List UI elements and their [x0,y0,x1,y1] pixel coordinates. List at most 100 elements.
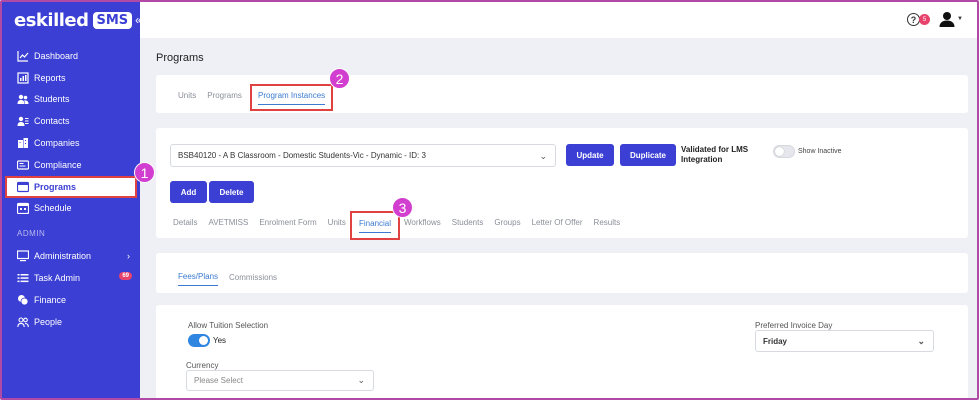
contacts-icon [17,115,29,127]
validated-lms-label: Validated for LMS Integration [681,145,749,164]
tab-avetmiss[interactable]: AVETMISS [208,218,248,231]
sidebar-item-label: Students [34,94,70,105]
sidebar-item-label: Contacts [34,116,70,127]
companies-icon [17,137,29,149]
tab-financial-box: Financial [350,211,401,240]
page-title: Programs [156,52,204,64]
delete-button[interactable]: Delete [209,181,254,203]
sidebar-item-label: Programs [34,181,77,192]
sidebar-item-label: Compliance [34,159,82,170]
main-tabs: Units Programs [178,91,253,104]
tab-units[interactable]: Units [178,91,196,104]
tab-units[interactable]: Units [328,218,346,231]
sidebar-item-label: Finance [34,294,67,305]
schedule-icon [17,202,29,215]
logo-badge: SMS [92,11,133,29]
monitor-icon [17,250,29,262]
step-marker-1: 1 [134,162,155,183]
sidebar-item-label: Administration [34,251,92,262]
tab-letter-of-offer[interactable]: Letter Of Offer [532,218,583,231]
sidebar-item-students[interactable]: Students [2,89,140,111]
sidebar-item-people[interactable]: People [2,311,140,333]
sidebar-item-label: Companies [34,138,80,149]
financial-tabs: Fees/Plans Commissions [178,272,288,286]
chevron-down-icon: ⌄ [917,336,925,346]
sidebar: eskilled SMS « Dashboard Reports Student… [2,2,142,398]
chart-line-icon [17,50,29,62]
caret-down-icon[interactable]: ▼ [957,16,963,22]
instance-tabs-rest: Workflows Students Groups Letter Of Offe… [404,218,631,231]
instance-card: BSB40120 - A B Classroom - Domestic Stud… [156,128,968,240]
allow-tuition-toggle[interactable] [188,334,210,347]
invoice-day-select[interactable]: Friday ⌄ [755,330,934,352]
step-marker-3: 3 [392,197,413,218]
program-instance-select[interactable]: BSB40120 - A B Classroom - Domestic Stud… [170,144,556,167]
tab-students[interactable]: Students [452,218,484,231]
list-icon [17,272,29,284]
section-label-admin: ADMIN [17,229,46,239]
tab-program-instances-box: Program Instances [250,84,334,111]
main-tabs-card: Units Programs Program Instances [156,75,968,113]
allow-tuition-label: Allow Tuition Selection [188,321,269,330]
tab-details[interactable]: Details [173,218,197,231]
allow-tuition-value: Yes [213,336,227,345]
sidebar-item-programs[interactable]: Programs [5,175,137,198]
sidebar-item-label: Task Admin [34,273,81,284]
toggle-knob [775,147,784,156]
currency-placeholder: Please Select [194,376,243,385]
logo[interactable]: eskilled SMS « [14,9,142,31]
tab-workflows[interactable]: Workflows [404,218,441,231]
sidebar-item-schedule[interactable]: Schedule [2,198,140,220]
app-frame: eskilled SMS « Dashboard Reports Student… [0,0,979,400]
chevron-down-icon: ⌄ [539,151,547,161]
sidebar-item-administration[interactable]: Administration › [2,245,140,267]
students-icon [17,93,29,105]
task-count-badge: 69 [119,272,132,281]
sidebar-item-label: Dashboard [34,50,79,61]
sidebar-item-contacts[interactable]: Contacts [2,110,140,132]
duplicate-button[interactable]: Duplicate [620,144,676,166]
sidebar-item-label: Reports [34,72,66,83]
show-inactive-toggle[interactable] [773,145,795,158]
notification-badge: 5 [919,14,930,25]
tab-results[interactable]: Results [594,218,621,231]
toggle-knob [199,336,208,345]
people-icon [17,316,29,328]
reports-icon [17,72,29,84]
currency-label: Currency [186,361,219,370]
tab-groups[interactable]: Groups [494,218,520,231]
sidebar-item-label: Schedule [34,203,72,214]
programs-icon [17,181,29,193]
topbar: ? 5 ▼ [140,2,977,38]
sidebar-item-label: People [34,316,63,327]
user-avatar-icon[interactable] [939,11,955,27]
sidebar-item-dashboard[interactable]: Dashboard [2,45,140,67]
add-button[interactable]: Add [170,181,207,203]
sidebar-item-task-admin[interactable]: Task Admin 69 [2,267,140,289]
invoice-day-label: Preferred Invoice Day [755,321,833,330]
chevron-right-icon: › [127,251,130,262]
compliance-icon [17,159,29,171]
step-marker-2: 2 [329,68,350,89]
sidebar-item-reports[interactable]: Reports [2,67,140,89]
sidebar-item-compliance[interactable]: Compliance [2,154,140,176]
tab-financial[interactable]: Financial [359,219,392,233]
sidebar-nav: Dashboard Reports Students Contacts Comp… [2,45,140,333]
tab-fees-plans[interactable]: Fees/Plans [178,272,219,286]
invoice-day-value: Friday [763,336,788,346]
tab-program-instances[interactable]: Program Instances [258,91,326,105]
chevron-down-icon: ⌄ [357,375,365,385]
tab-programs[interactable]: Programs [207,91,242,104]
coins-icon [17,294,29,306]
show-inactive-label: Show Inactive [798,148,842,155]
currency-select[interactable]: Please Select ⌄ [186,370,374,391]
sidebar-item-companies[interactable]: Companies [2,132,140,154]
sidebar-item-finance[interactable]: Finance [2,289,140,311]
tab-enrolment-form[interactable]: Enrolment Form [259,218,316,231]
fees-form-card: Allow Tuition Selection Yes Currency Ple… [156,305,968,398]
financial-tabs-card: Fees/Plans Commissions [156,253,968,293]
logo-text: eskilled [14,9,89,31]
instance-tabs: Details AVETMISS Enrolment Form Units [173,218,357,231]
tab-commissions[interactable]: Commissions [229,273,277,286]
update-button[interactable]: Update [566,144,614,166]
